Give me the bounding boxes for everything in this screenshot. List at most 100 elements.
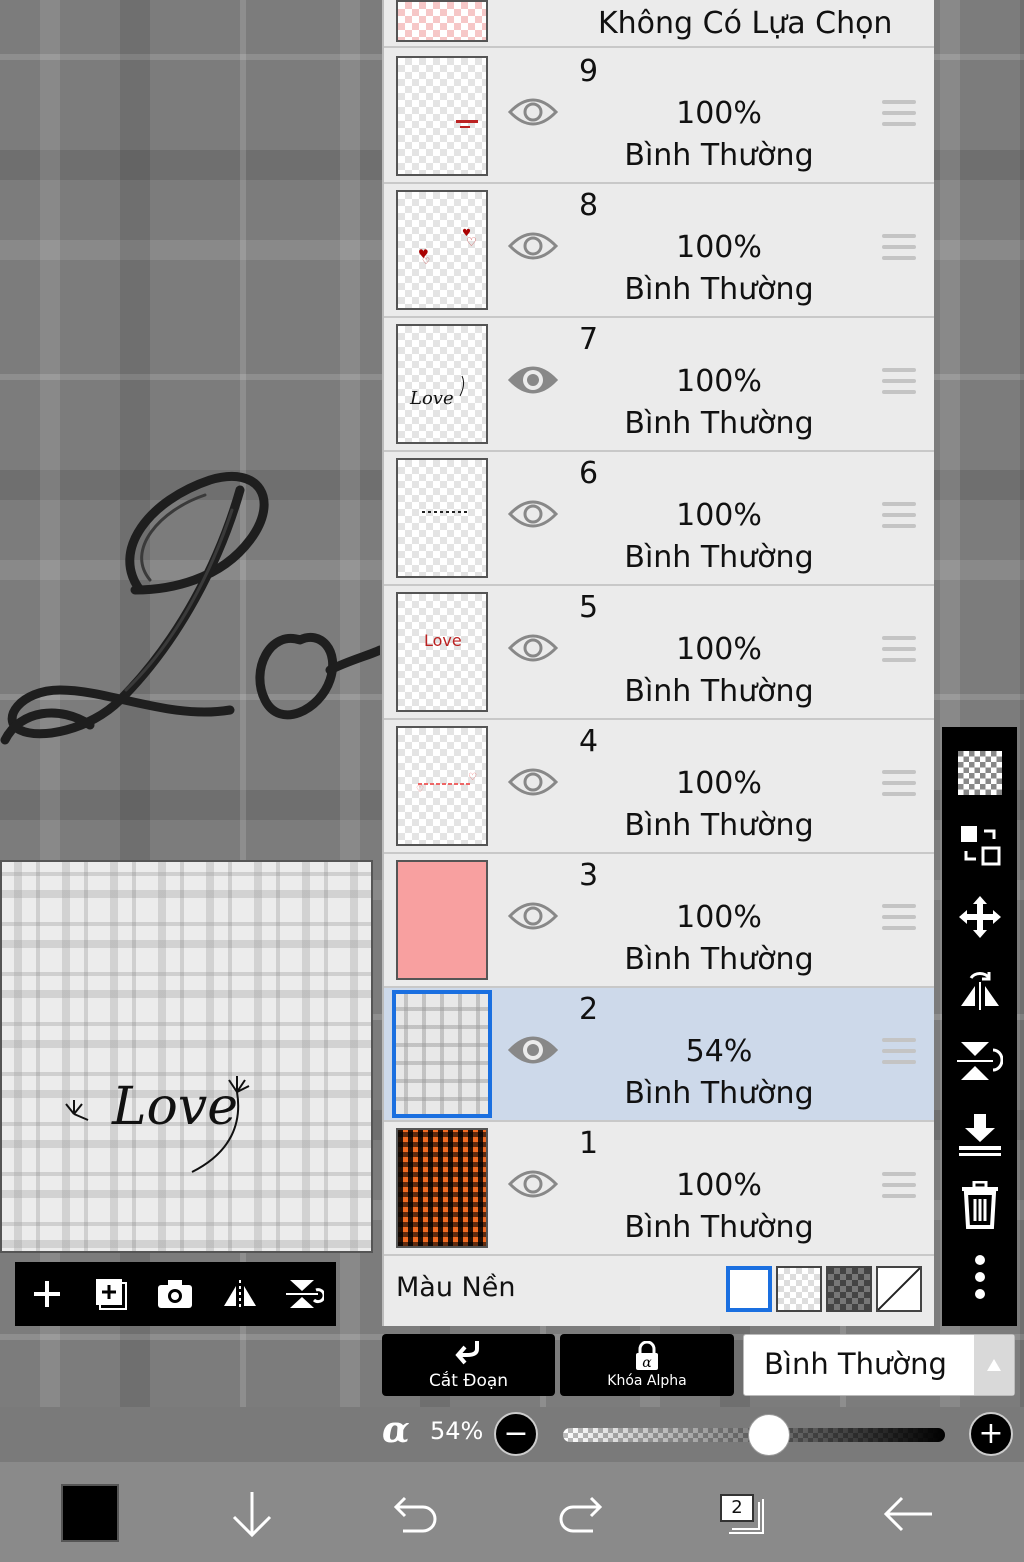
preview-love-text: Love (111, 1077, 238, 1137)
trash-icon (961, 1181, 998, 1229)
swap-button[interactable] (950, 809, 1010, 881)
drag-handle-icon[interactable] (882, 904, 916, 934)
drag-handle-icon[interactable] (882, 1038, 916, 1068)
layer-mini-toolbar (15, 1262, 336, 1326)
svg-text:♡: ♡ (468, 772, 477, 783)
eye-icon (507, 366, 559, 394)
layer-row[interactable]: Love 5 100% Bình Thường (384, 586, 934, 720)
eye-icon (507, 902, 559, 930)
drag-handle-icon[interactable] (882, 100, 916, 130)
bg-white-swatch[interactable] (726, 1266, 772, 1312)
background-color-row: Màu Nền (384, 1256, 934, 1322)
background-color-label: Màu Nền (396, 1272, 516, 1303)
clipping-button[interactable]: Cắt Đoạn (382, 1334, 555, 1396)
opacity-increase-button[interactable]: + (969, 1412, 1013, 1456)
bg-transparent-dark-swatch[interactable] (826, 1266, 872, 1312)
clipping-label: Cắt Đoạn (428, 1371, 509, 1391)
visibility-toggle[interactable] (507, 94, 559, 130)
add-layer-copy-button[interactable] (87, 1270, 135, 1318)
move-button[interactable] (950, 881, 1010, 953)
layer-thumbnail (396, 1128, 488, 1248)
no-selection-row[interactable]: Không Có Lựa Chọn (384, 0, 934, 48)
layer-blend-mode: Bình Thường (624, 406, 814, 441)
eye-icon (507, 98, 559, 126)
layer-row[interactable]: 6 100% Bình Thường (384, 452, 934, 586)
layer-thumbnail: Love (396, 324, 488, 444)
eye-icon (507, 1170, 559, 1198)
flip-vertical-layer-button[interactable] (950, 1025, 1010, 1097)
transparency-button[interactable] (950, 737, 1010, 809)
layer-opacity: 54% (685, 1034, 753, 1069)
drag-handle-icon[interactable] (882, 234, 916, 264)
layer-blend-mode: Bình Thường (624, 808, 814, 843)
flip-horizontal-layer-button[interactable] (950, 953, 1010, 1025)
layer-number: 5 (579, 590, 599, 625)
bg-none-swatch[interactable] (876, 1266, 922, 1312)
opacity-slider-knob[interactable] (748, 1414, 791, 1456)
move-icon (958, 896, 1001, 938)
redo-button[interactable] (550, 1484, 610, 1544)
visibility-toggle[interactable] (507, 630, 559, 666)
add-layer-copy-icon (96, 1279, 128, 1310)
undo-icon (393, 1496, 437, 1533)
back-icon (883, 1496, 932, 1532)
drag-handle-icon[interactable] (882, 502, 916, 532)
visibility-toggle[interactable] (507, 228, 559, 264)
plus-icon: + (978, 1416, 1004, 1451)
drag-handle-icon[interactable] (882, 636, 916, 666)
layers-count: 2 (720, 1494, 754, 1522)
back-button[interactable] (878, 1484, 938, 1544)
more-button[interactable] (950, 1241, 1010, 1313)
download-button[interactable] (222, 1484, 282, 1544)
blend-mode-select[interactable]: Bình Thường (743, 1334, 1015, 1396)
eye-icon (507, 500, 559, 528)
flip-horizontal-button[interactable] (216, 1270, 264, 1318)
layer-number: 2 (579, 992, 599, 1027)
layer-row[interactable]: Love 7 100% Bình Thường (384, 318, 934, 452)
alpha-lock-button[interactable]: α Khóa Alpha (560, 1334, 734, 1396)
visibility-toggle[interactable] (507, 1166, 559, 1202)
layer-blend-mode: Bình Thường (624, 1076, 814, 1111)
visibility-toggle[interactable] (507, 764, 559, 800)
layer-panel: Không Có Lựa Chọn 9 100% Bình Thường ♥ ♥ ♡ ♡ 8 1… (382, 0, 934, 1326)
layer-row[interactable]: 9 100% Bình Thường (384, 50, 934, 184)
bg-transparent-light-swatch[interactable] (776, 1266, 822, 1312)
layer-row[interactable]: 2 54% Bình Thường (384, 988, 934, 1122)
no-selection-label: Không Có Lựa Chọn (598, 6, 893, 41)
opacity-slider[interactable] (563, 1414, 945, 1456)
drag-handle-icon[interactable] (882, 368, 916, 398)
visibility-toggle[interactable] (507, 496, 559, 532)
delete-layer-button[interactable] (950, 1169, 1010, 1241)
add-layer-button[interactable] (23, 1270, 71, 1318)
visibility-toggle[interactable] (507, 362, 559, 398)
visibility-toggle[interactable] (507, 1032, 559, 1068)
drag-handle-icon[interactable] (882, 1172, 916, 1202)
alpha-symbol: α (382, 1409, 410, 1451)
layer-row[interactable]: 1 100% Bình Thường (384, 1122, 934, 1256)
swap-icon (960, 826, 1000, 866)
flip-vertical-button[interactable] (280, 1270, 328, 1318)
opacity-value: 54% (430, 1417, 484, 1445)
eye-icon (507, 768, 559, 796)
eye-icon (507, 634, 559, 662)
layer-row[interactable]: ♡ ♡ 4 100% Bình Thường (384, 720, 934, 854)
layer-row[interactable]: ♥ ♥ ♡ ♡ 8 100% Bình Thường (384, 184, 934, 318)
svg-text:♡: ♡ (422, 257, 430, 267)
merge-down-button[interactable] (950, 1097, 1010, 1169)
layers-button[interactable]: 2 (714, 1484, 774, 1544)
more-icon (974, 1255, 985, 1299)
color-swatch[interactable] (61, 1484, 119, 1542)
undo-button[interactable] (386, 1484, 446, 1544)
layer-blend-mode: Bình Thường (624, 1210, 814, 1245)
add-layer-icon (34, 1281, 61, 1307)
opacity-decrease-button[interactable]: − (494, 1412, 538, 1456)
layer-number: 6 (579, 456, 599, 491)
redo-icon (559, 1496, 603, 1533)
blend-mode-arrow[interactable] (974, 1335, 1014, 1395)
layer-row[interactable]: 3 100% Bình Thường (384, 854, 934, 988)
drag-handle-icon[interactable] (882, 770, 916, 800)
selection-thumbnail (396, 0, 488, 42)
camera-button[interactable] (151, 1270, 199, 1318)
visibility-toggle[interactable] (507, 898, 559, 934)
merge-down-icon (958, 1114, 1001, 1156)
